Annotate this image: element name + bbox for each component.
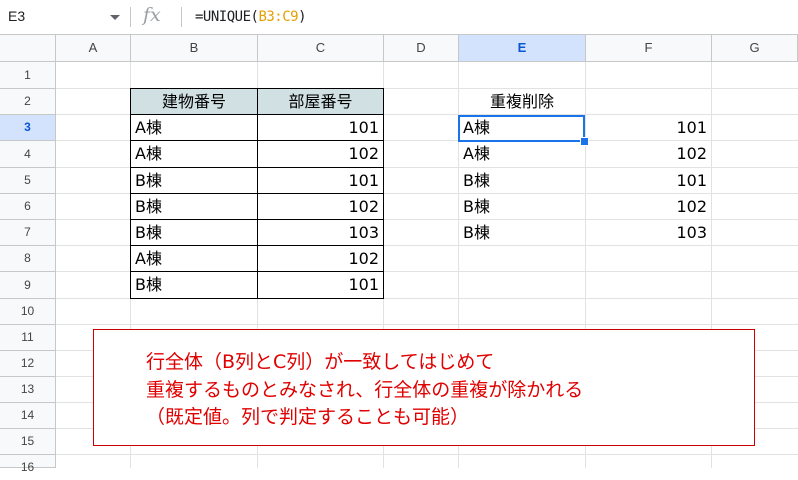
gridline [56,454,798,455]
column-header-g[interactable]: G [712,35,798,62]
row-header-10[interactable]: 10 [0,299,56,325]
fill-handle[interactable] [580,137,589,146]
row-header-11[interactable]: 11 [0,325,56,351]
divider [181,7,182,27]
result-cell[interactable]: A棟 [459,141,585,167]
table-cell[interactable]: A棟 [130,114,258,141]
result-cell[interactable]: 103 [586,220,711,245]
row-header-3[interactable]: 3 [0,115,56,141]
row-header-6[interactable]: 6 [0,194,56,220]
row-header-2[interactable]: 2 [0,89,56,115]
table-cell[interactable]: A棟 [130,245,258,272]
note-line-3: （既定値。列で判定することも可能） [146,406,470,428]
result-cell[interactable]: 102 [586,141,711,167]
row-header-7[interactable]: 7 [0,220,56,246]
row-header-4[interactable]: 4 [0,141,56,168]
table-cell[interactable]: B棟 [130,271,258,299]
result-cell[interactable]: B棟 [459,194,585,219]
row-header-8[interactable]: 8 [0,246,56,272]
result-title[interactable]: 重複削除 [459,89,585,114]
result-cell[interactable]: 101 [586,115,711,140]
gridline [56,324,798,325]
column-header-d[interactable]: D [384,35,459,62]
result-cell[interactable]: B棟 [459,168,585,193]
table-cell[interactable]: B棟 [130,219,258,246]
name-box-dropdown-icon[interactable] [110,15,120,20]
column-header-c[interactable]: C [258,35,384,62]
row-header-9[interactable]: 9 [0,272,56,299]
row-header-5[interactable]: 5 [0,168,56,194]
divider [130,7,131,27]
formula-prefix: =UNIQUE( [195,9,259,25]
table-header-building[interactable]: 建物番号 [130,88,258,115]
result-cell[interactable]: B棟 [459,220,585,245]
formula-bar: E3 fx =UNIQUE(B3:C9) [0,0,798,35]
table-cell[interactable]: 101 [257,167,384,194]
column-header-f[interactable]: F [586,35,712,62]
name-box-value: E3 [8,8,26,24]
row-header-15[interactable]: 15 [0,429,56,455]
note-line-2: 重複するものとみなされ、行全体の重複が除かれる [146,379,584,401]
active-cell-selection[interactable] [458,115,585,142]
row-header-13[interactable]: 13 [0,377,56,403]
column-header-a[interactable]: A [56,35,131,62]
result-cell[interactable]: 101 [586,168,711,193]
table-cell[interactable]: B棟 [130,167,258,194]
table-cell[interactable]: 102 [257,193,384,220]
column-header-e[interactable]: E [459,35,586,62]
table-cell[interactable]: 102 [257,245,384,272]
row-header-14[interactable]: 14 [0,403,56,429]
note-line-1: 行全体（B列とC列）が一致してはじめて [146,351,495,373]
name-box[interactable]: E3 [0,0,130,34]
column-header-b[interactable]: B [131,35,258,62]
fx-icon: fx [143,4,161,26]
table-cell[interactable]: 102 [257,140,384,168]
row-header-1[interactable]: 1 [0,62,56,89]
table-cell[interactable]: B棟 [130,193,258,220]
formula-range: B3:C9 [258,9,299,25]
select-all-corner[interactable] [0,35,56,62]
table-cell[interactable]: 103 [257,219,384,246]
table-cell[interactable]: 101 [257,271,384,299]
formula-input[interactable]: =UNIQUE(B3:C9) [195,9,307,25]
row-header-12[interactable]: 12 [0,351,56,377]
table-header-room[interactable]: 部屋番号 [257,88,384,115]
row-header-16[interactable]: 16 [0,455,56,474]
table-cell[interactable]: A棟 [130,140,258,168]
result-cell[interactable]: 102 [586,194,711,219]
table-cell[interactable]: 101 [257,114,384,141]
annotation-note: 行全体（B列とC列）が一致してはじめて 重複するものとみなされ、行全体の重複が除… [93,329,755,446]
formula-suffix: ) [298,9,307,25]
